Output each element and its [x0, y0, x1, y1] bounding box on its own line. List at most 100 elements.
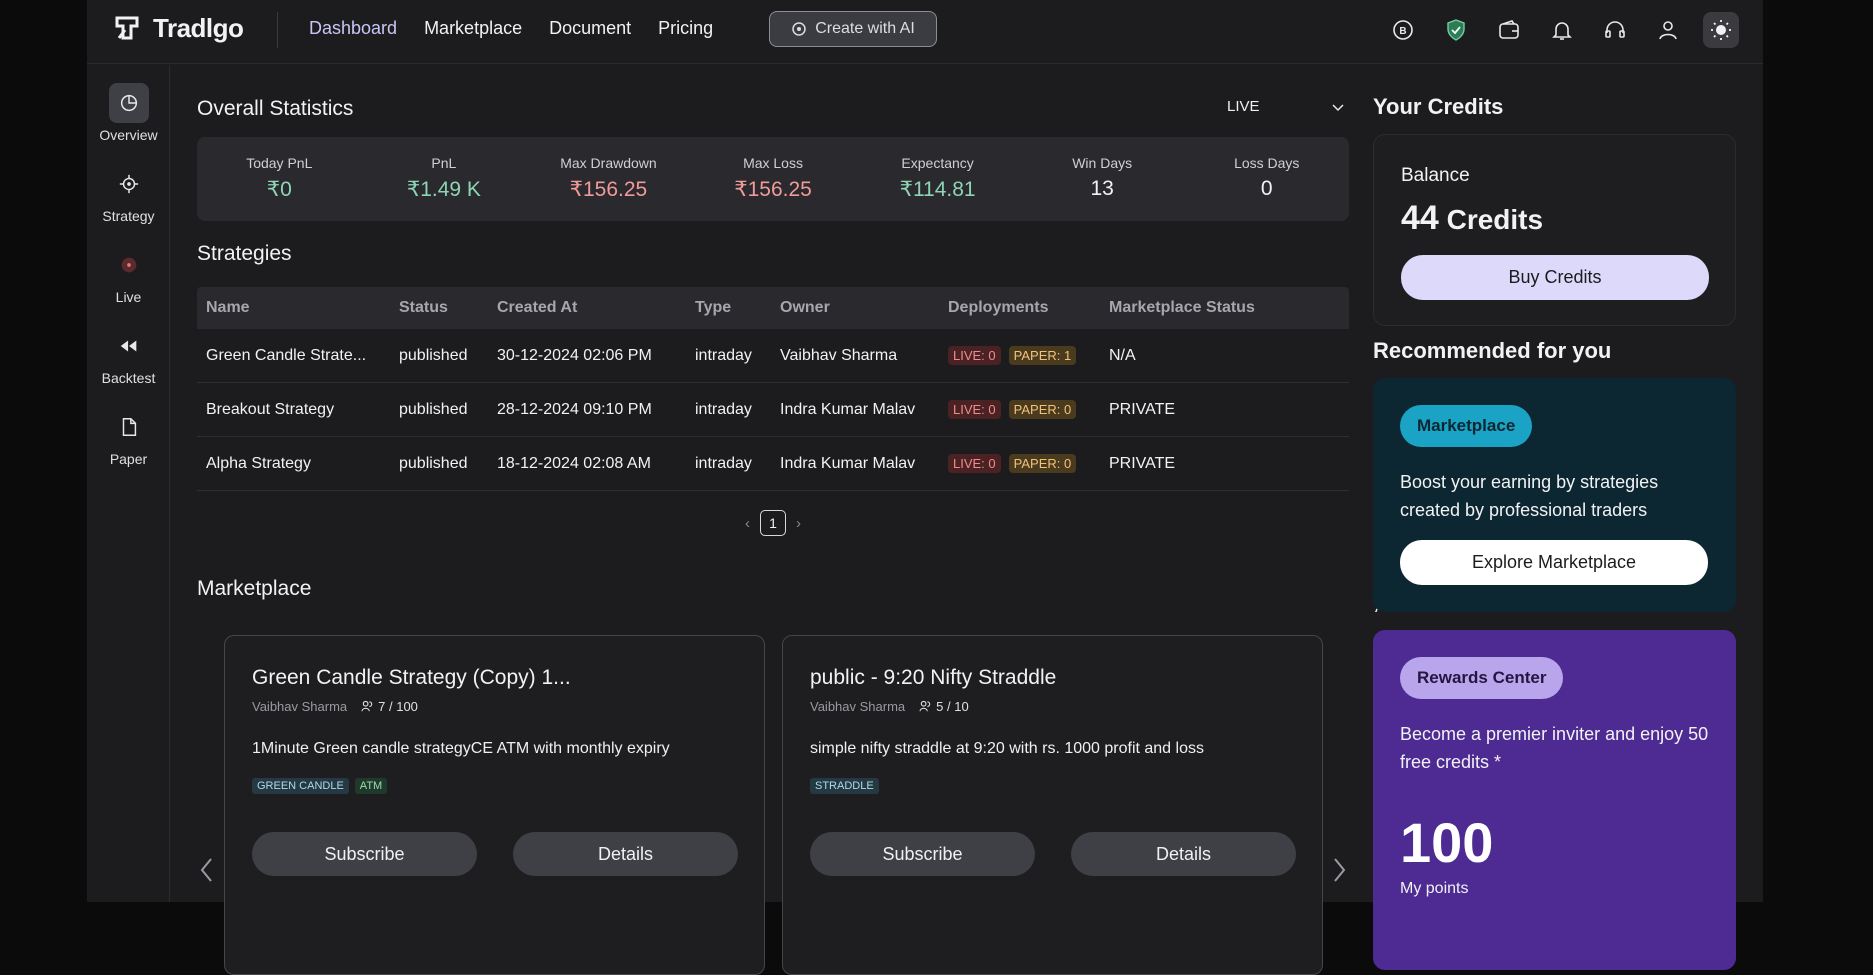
stat-max-drawdown: Max Drawdown ₹156.25 — [526, 137, 691, 221]
sidebar-item-paper[interactable]: Paper — [87, 407, 170, 467]
details-button[interactable]: Details — [1071, 832, 1296, 876]
stat-value: ₹0 — [266, 178, 292, 201]
brand-logo[interactable]: Tradlgo — [111, 12, 244, 44]
create-with-ai-button[interactable]: Create with AI — [769, 11, 937, 47]
details-button[interactable]: Details — [513, 832, 738, 876]
stat-value: ₹156.25 — [569, 178, 648, 201]
explore-marketplace-button[interactable]: Explore Marketplace — [1400, 540, 1708, 585]
cell-created: 28-12-2024 09:10 PM — [497, 400, 652, 418]
users-icon — [919, 700, 931, 712]
sidebar-label-strategy: Strategy — [102, 208, 155, 224]
nav-dashboard[interactable]: Dashboard — [309, 18, 397, 39]
card-description: 1Minute Green candle strategyCE ATM with… — [252, 740, 670, 757]
stat-label: Max Loss — [743, 155, 803, 171]
carousel-prev-icon[interactable] — [197, 855, 217, 885]
shield-check-icon[interactable] — [1438, 12, 1474, 48]
sidebar-item-live[interactable]: Live — [87, 245, 170, 305]
mode-select-value: LIVE — [1227, 98, 1260, 115]
bitcoin-icon[interactable]: B — [1385, 12, 1421, 48]
stat-loss-days: Loss Days 0 — [1184, 137, 1349, 221]
tag: GREEN CANDLE — [252, 778, 349, 794]
cell-market: PRIVATE — [1109, 400, 1176, 418]
tag: STRADDLE — [810, 778, 879, 794]
bell-icon[interactable] — [1544, 12, 1580, 48]
cell-owner: Indra Kumar Malav — [780, 400, 916, 418]
marketplace-pill: Marketplace — [1400, 405, 1533, 447]
live-dot-icon — [109, 245, 149, 285]
sidebar-item-strategy[interactable]: Strategy — [87, 164, 170, 224]
subscribers-count: 5 / 10 — [919, 699, 969, 714]
wallet-icon[interactable] — [1491, 12, 1527, 48]
stats-panel: Today PnL ₹0 PnL ₹1.49 K Max Drawdown ₹156.… — [197, 137, 1349, 221]
card-tags: STRADDLE — [810, 778, 879, 794]
cell-name[interactable]: Breakout Strategy — [197, 401, 399, 419]
table-header: Name Status Created At Type Owner Deploy… — [197, 287, 1349, 329]
stat-win-days: Win Days 13 — [1020, 137, 1185, 221]
cell-status: published — [399, 346, 468, 364]
sidebar-label-backtest: Backtest — [101, 370, 156, 386]
strategies-table: Name Status Created At Type Owner Deploy… — [197, 287, 1349, 491]
card-title[interactable]: public - 9:20 Nifty Straddle — [810, 666, 1056, 690]
stat-label: Today PnL — [246, 155, 313, 171]
marketplace-card: Green Candle Strategy (Copy) 1... Vaibha… — [224, 635, 765, 975]
headset-icon[interactable] — [1597, 12, 1633, 48]
subscribe-button[interactable]: Subscribe — [810, 832, 1035, 876]
nav-pricing[interactable]: Pricing — [658, 18, 713, 39]
cell-owner: Vaibhav Sharma — [780, 346, 898, 364]
svg-text:B: B — [1399, 26, 1406, 37]
subscribe-button[interactable]: Subscribe — [252, 832, 477, 876]
header-divider — [277, 12, 278, 48]
stat-label: Max Drawdown — [560, 155, 657, 171]
live-badge: LIVE: 0 — [948, 454, 1001, 473]
mode-select[interactable]: LIVE — [1227, 98, 1345, 115]
page-number[interactable]: 1 — [760, 510, 786, 536]
credits-value: 44 — [1401, 199, 1439, 237]
live-badge: LIVE: 0 — [948, 400, 1001, 419]
user-icon[interactable] — [1650, 12, 1686, 48]
marketplace-card: public - 9:20 Nifty Straddle Vaibhav Sha… — [782, 635, 1323, 975]
brand-name: Tradlgo — [153, 12, 244, 43]
stat-value: 0 — [1260, 177, 1273, 200]
nav-document[interactable]: Document — [549, 18, 631, 39]
rewards-pill: Rewards Center — [1400, 657, 1564, 699]
card-title[interactable]: Green Candle Strategy (Copy) 1... — [252, 666, 571, 690]
sidebar-item-overview[interactable]: Overview — [87, 83, 170, 143]
carousel-next-icon[interactable] — [1329, 855, 1349, 885]
crosshair-icon — [109, 164, 149, 204]
buy-credits-button[interactable]: Buy Credits — [1401, 255, 1709, 300]
sidebar-label-paper: Paper — [109, 451, 148, 467]
table-row[interactable]: Green Candle Strate... published 30-12-2… — [197, 329, 1349, 383]
next-page-icon[interactable]: › — [796, 515, 801, 532]
table-row[interactable]: Alpha Strategy published 18-12-2024 02:0… — [197, 437, 1349, 491]
col-marketplace-status: Marketplace Status — [1109, 299, 1255, 316]
nav-marketplace[interactable]: Marketplace — [424, 18, 522, 39]
cell-name[interactable]: Green Candle Strate... — [197, 347, 399, 365]
points-label: My points — [1400, 880, 1469, 897]
prev-page-icon[interactable]: ‹ — [745, 515, 750, 532]
subscribers-value: 7 / 100 — [378, 699, 418, 714]
file-icon — [109, 407, 149, 447]
cell-market: N/A — [1109, 346, 1136, 364]
cell-name[interactable]: Alpha Strategy — [197, 455, 399, 473]
sidebar: Overview Strategy Live Backtest Paper — [87, 65, 170, 902]
rewind-icon — [109, 326, 149, 366]
rewards-card: Rewards Center Become a premier inviter … — [1373, 630, 1736, 970]
users-icon — [361, 700, 373, 712]
paper-badge: PAPER: 1 — [1008, 346, 1077, 365]
stat-label: Win Days — [1072, 155, 1133, 171]
cell-status: published — [399, 454, 468, 472]
sidebar-label-overview: Overview — [99, 127, 158, 143]
stat-max-loss: Max Loss ₹156.25 — [691, 137, 856, 221]
card-author: Vaibhav Sharma — [252, 699, 348, 714]
rewards-text: Become a premier inviter and enjoy 50 fr… — [1400, 724, 1709, 772]
card-description: simple nifty straddle at 9:20 with rs. 1… — [810, 740, 1204, 757]
sun-icon[interactable] — [1703, 12, 1739, 48]
stat-pnl: PnL ₹1.49 K — [362, 137, 527, 221]
sidebar-label-live: Live — [115, 289, 142, 305]
stat-value: 13 — [1090, 177, 1114, 200]
table-row[interactable]: Breakout Strategy published 28-12-2024 0… — [197, 383, 1349, 437]
brand-mark-icon — [115, 16, 139, 40]
cell-created: 18-12-2024 02:08 AM — [497, 454, 651, 472]
stat-value: ₹156.25 — [734, 178, 812, 201]
sidebar-item-backtest[interactable]: Backtest — [87, 326, 170, 386]
